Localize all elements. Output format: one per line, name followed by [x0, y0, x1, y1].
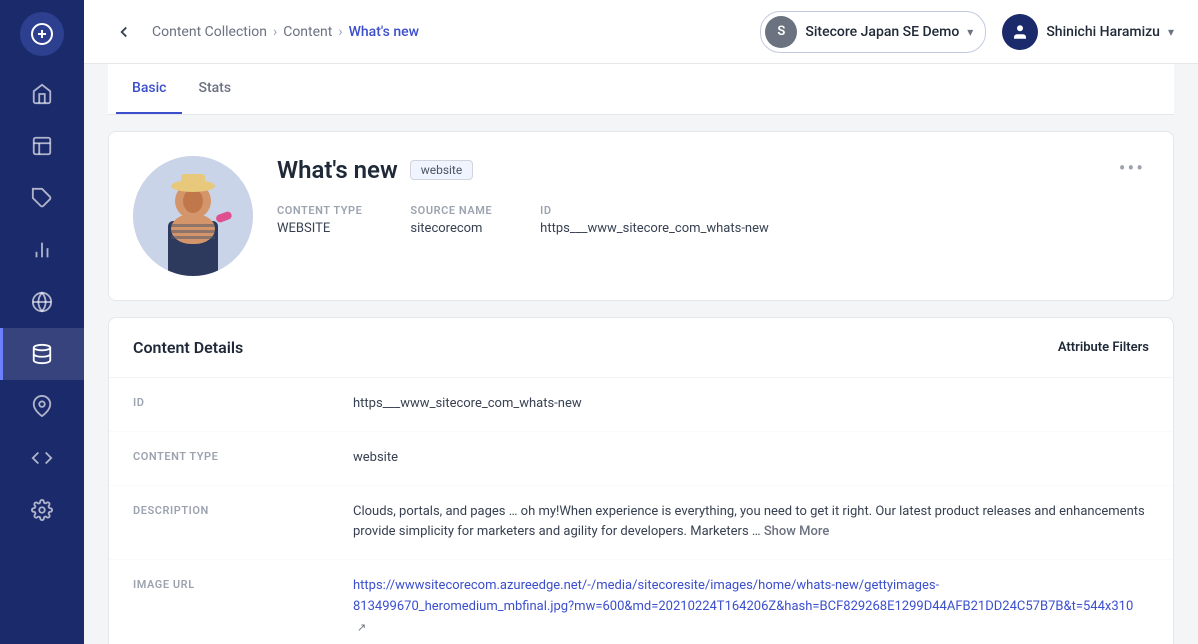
sidebar-item-globe[interactable] — [0, 276, 84, 328]
tabs-bar: Basic Stats — [108, 64, 1174, 115]
details-title: Content Details — [133, 338, 243, 357]
card-title: What's new — [277, 156, 398, 184]
meta-source-name-label: SOURCE NAME — [410, 204, 492, 217]
meta-content-type: CONTENT TYPE WEBSITE — [277, 204, 362, 236]
card-badge: website — [410, 160, 474, 180]
card-meta: CONTENT TYPE WEBSITE SOURCE NAME sitecor… — [277, 204, 1149, 236]
workspace-selector[interactable]: S Sitecore Japan SE Demo ▾ — [760, 11, 986, 53]
tab-basic[interactable]: Basic — [116, 64, 182, 114]
user-avatar — [1002, 14, 1038, 50]
detail-label-content-type: CONTENT TYPE — [133, 448, 353, 463]
sidebar-item-settings[interactable] — [0, 484, 84, 536]
details-card: Content Details Attribute Filters ID htt… — [108, 317, 1174, 644]
sidebar-item-chart[interactable] — [0, 224, 84, 276]
detail-value-image-url: https://wwwsitecorecom.azureedge.net/-/m… — [353, 576, 1149, 638]
card-header: What's new website CONTENT TYPE WEBSITE … — [109, 132, 1173, 300]
meta-id: ID https___www_sitecore_com_whats-new — [540, 204, 769, 236]
detail-row-image-url: IMAGE URL https://wwwsitecorecom.azureed… — [109, 560, 1173, 644]
main-area: Content Collection › Content › What's ne… — [84, 0, 1198, 644]
details-header: Content Details Attribute Filters — [109, 318, 1173, 378]
breadcrumb: Content Collection › Content › What's ne… — [152, 24, 760, 40]
sidebar-item-database[interactable] — [0, 328, 84, 380]
sidebar-item-code[interactable] — [0, 432, 84, 484]
meta-source-name: SOURCE NAME sitecorecom — [410, 204, 492, 236]
user-menu[interactable]: Shinichi Haramizu ▾ — [1002, 14, 1174, 50]
detail-value-content-type: website — [353, 448, 1149, 469]
detail-row-content-type: CONTENT TYPE website — [109, 432, 1173, 486]
detail-value-description: Clouds, portals, and pages … oh my!When … — [353, 502, 1149, 544]
user-name: Shinichi Haramizu — [1046, 24, 1160, 40]
sidebar-item-puzzle[interactable] — [0, 172, 84, 224]
breadcrumb-part1: Content Collection — [152, 24, 267, 40]
sidebar-item-layout[interactable] — [0, 120, 84, 172]
app-logo[interactable] — [20, 12, 64, 56]
detail-value-id: https___www_sitecore_com_whats-new — [353, 394, 1149, 415]
meta-source-name-value: sitecorecom — [410, 221, 492, 236]
detail-label-image-url: IMAGE URL — [133, 576, 353, 591]
meta-content-type-label: CONTENT TYPE — [277, 204, 362, 217]
sidebar — [0, 0, 84, 644]
detail-row-description: DESCRIPTION Clouds, portals, and pages …… — [109, 486, 1173, 561]
detail-label-id: ID — [133, 394, 353, 409]
back-button[interactable] — [108, 16, 140, 48]
content-card: What's new website CONTENT TYPE WEBSITE … — [108, 131, 1174, 301]
topbar: Content Collection › Content › What's ne… — [84, 0, 1198, 64]
detail-label-description: DESCRIPTION — [133, 502, 353, 517]
card-image — [133, 156, 253, 276]
more-options-button[interactable]: ••• — [1111, 152, 1153, 184]
image-url-link[interactable]: https://wwwsitecorecom.azureedge.net/-/m… — [353, 578, 1133, 614]
topbar-right: S Sitecore Japan SE Demo ▾ Shinichi Hara… — [760, 11, 1174, 53]
meta-id-value: https___www_sitecore_com_whats-new — [540, 221, 769, 236]
workspace-chevron-icon: ▾ — [967, 25, 973, 39]
meta-content-type-value: WEBSITE — [277, 221, 362, 236]
breadcrumb-sep1: › — [273, 24, 277, 40]
meta-id-label: ID — [540, 204, 769, 217]
sidebar-item-home[interactable] — [0, 68, 84, 120]
tab-stats[interactable]: Stats — [182, 64, 247, 114]
content-area: Basic Stats — [84, 64, 1198, 644]
show-more-button[interactable]: Show More — [764, 524, 830, 539]
workspace-name: Sitecore Japan SE Demo — [805, 24, 959, 40]
workspace-avatar: S — [765, 16, 797, 48]
detail-row-id: ID https___www_sitecore_com_whats-new — [109, 378, 1173, 432]
user-chevron-icon: ▾ — [1168, 25, 1174, 39]
card-info: What's new website CONTENT TYPE WEBSITE … — [277, 156, 1149, 236]
breadcrumb-current: What's new — [349, 24, 419, 40]
breadcrumb-part2: Content — [283, 24, 332, 40]
external-link-icon: ↗ — [357, 621, 366, 634]
breadcrumb-sep2: › — [338, 24, 342, 40]
sidebar-item-pin[interactable] — [0, 380, 84, 432]
card-title-row: What's new website — [277, 156, 1149, 184]
attribute-filters-button[interactable]: Attribute Filters — [1058, 340, 1149, 355]
